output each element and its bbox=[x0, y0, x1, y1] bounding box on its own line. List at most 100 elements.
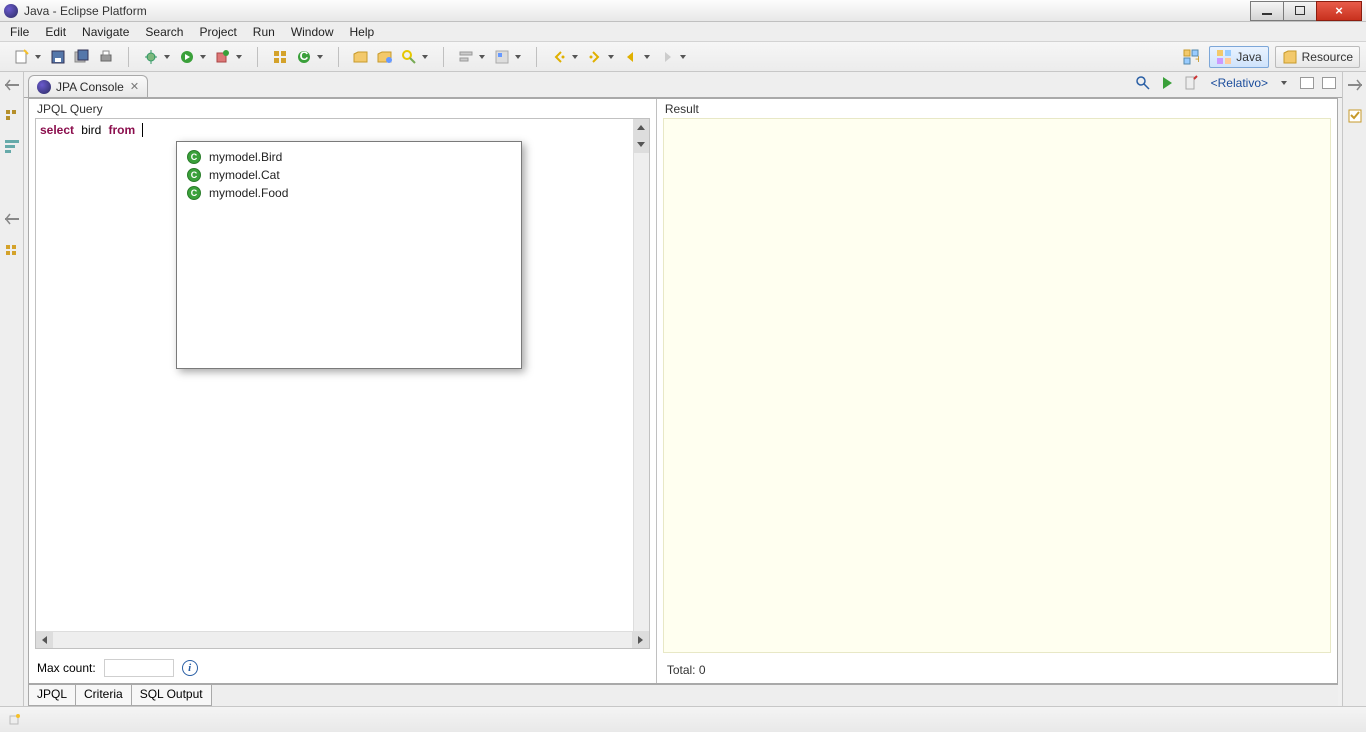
new-package-icon[interactable] bbox=[271, 48, 289, 66]
new-class-icon[interactable]: C bbox=[295, 48, 313, 66]
navigator-stub-icon[interactable] bbox=[4, 242, 20, 258]
restore-2-icon[interactable] bbox=[4, 212, 20, 228]
nav-back-annotation-icon[interactable] bbox=[550, 48, 568, 66]
vertical-scrollbar[interactable] bbox=[633, 119, 649, 631]
perspective-java[interactable]: Java bbox=[1209, 46, 1268, 68]
scroll-left-icon[interactable] bbox=[36, 632, 53, 648]
restore-icon[interactable] bbox=[4, 78, 20, 94]
tab-criteria[interactable]: Criteria bbox=[75, 685, 132, 706]
window-close-button[interactable]: × bbox=[1316, 1, 1362, 21]
editor-area: JPA Console ✕ <Relativo> JPQL Query sele… bbox=[24, 72, 1342, 706]
search-dropdown[interactable] bbox=[421, 52, 429, 62]
relativo-link[interactable]: <Relativo> bbox=[1207, 76, 1272, 90]
toggle-breadcrumb-icon[interactable] bbox=[457, 48, 475, 66]
menu-window[interactable]: Window bbox=[283, 23, 342, 41]
menu-navigate[interactable]: Navigate bbox=[74, 23, 137, 41]
task-list-stub-icon[interactable] bbox=[1347, 108, 1363, 124]
menu-project[interactable]: Project bbox=[191, 23, 244, 41]
menu-edit[interactable]: Edit bbox=[37, 23, 74, 41]
identifier-bird: bird bbox=[81, 123, 101, 137]
result-pane: Result Total: 0 bbox=[657, 99, 1337, 683]
max-count-row: Max count: i bbox=[29, 653, 656, 683]
hierarchy-stub-icon[interactable] bbox=[4, 138, 20, 154]
search-icon[interactable] bbox=[400, 48, 418, 66]
keyword-from: from bbox=[109, 123, 136, 137]
toggle-breadcrumb-dropdown[interactable] bbox=[478, 52, 486, 62]
jpa-console-tab-label: JPA Console bbox=[56, 80, 124, 94]
minimize-view-icon[interactable] bbox=[1300, 77, 1314, 89]
maximize-view-icon[interactable] bbox=[1322, 77, 1336, 89]
nav-fwd-icon[interactable] bbox=[658, 48, 676, 66]
nav-back-dropdown[interactable] bbox=[643, 52, 651, 62]
run-dropdown[interactable] bbox=[199, 52, 207, 62]
jpa-console-icon bbox=[37, 80, 51, 94]
save-all-icon[interactable] bbox=[73, 48, 91, 66]
tab-sql-output[interactable]: SQL Output bbox=[131, 685, 212, 706]
menu-file[interactable]: File bbox=[2, 23, 37, 41]
external-tools-icon[interactable] bbox=[214, 48, 232, 66]
content-assist-item[interactable]: mymodel.Bird bbox=[177, 148, 521, 166]
query-editor-wrap: select bird from mymodel.Bird mymodel.Ca… bbox=[35, 118, 650, 649]
result-area bbox=[663, 118, 1331, 653]
nav-back-annotation-dropdown[interactable] bbox=[571, 52, 579, 62]
tab-jpql[interactable]: JPQL bbox=[28, 685, 76, 706]
window-titlebar: Java - Eclipse Platform × bbox=[0, 0, 1366, 22]
query-pane: JPQL Query select bird from mymodel.Bird… bbox=[29, 99, 657, 683]
scroll-down-icon[interactable] bbox=[634, 136, 649, 153]
max-count-input[interactable] bbox=[104, 659, 174, 677]
content-assist-item[interactable]: mymodel.Cat bbox=[177, 166, 521, 184]
perspective-resource-label: Resource bbox=[1302, 50, 1353, 64]
menu-bar: File Edit Navigate Search Project Run Wi… bbox=[0, 22, 1366, 42]
debug-dropdown[interactable] bbox=[163, 52, 171, 62]
restore-right-icon[interactable] bbox=[1347, 78, 1363, 94]
svg-text:+: + bbox=[1195, 52, 1199, 65]
run-icon[interactable] bbox=[178, 48, 196, 66]
nav-back-icon[interactable] bbox=[622, 48, 640, 66]
scroll-up-icon[interactable] bbox=[634, 119, 649, 136]
new-class-dropdown[interactable] bbox=[316, 52, 324, 62]
toggle-mark-icon[interactable] bbox=[493, 48, 511, 66]
eclipse-icon bbox=[4, 4, 18, 18]
class-icon bbox=[187, 186, 201, 200]
window-controls: × bbox=[1251, 1, 1362, 21]
new-dropdown[interactable] bbox=[34, 52, 42, 62]
menu-search[interactable]: Search bbox=[137, 23, 191, 41]
menu-run[interactable]: Run bbox=[245, 23, 283, 41]
open-perspective-icon[interactable]: + bbox=[1182, 48, 1200, 66]
jpa-inner-tabs: JPQL Criteria SQL Output bbox=[28, 684, 1338, 706]
open-type-icon[interactable] bbox=[352, 48, 370, 66]
info-icon[interactable]: i bbox=[182, 660, 198, 676]
workbench: JPA Console ✕ <Relativo> JPQL Query sele… bbox=[0, 72, 1366, 706]
content-assist-label: mymodel.Cat bbox=[209, 168, 280, 182]
content-assist-label: mymodel.Food bbox=[209, 186, 288, 200]
nav-fwd-annotation-icon[interactable] bbox=[586, 48, 604, 66]
window-minimize-button[interactable] bbox=[1250, 1, 1284, 21]
nav-fwd-dropdown[interactable] bbox=[679, 52, 687, 62]
debug-icon[interactable] bbox=[142, 48, 160, 66]
window-title: Java - Eclipse Platform bbox=[24, 4, 1251, 18]
content-assist-item[interactable]: mymodel.Food bbox=[177, 184, 521, 202]
menu-help[interactable]: Help bbox=[342, 23, 383, 41]
window-maximize-button[interactable] bbox=[1283, 1, 1317, 21]
print-icon[interactable] bbox=[97, 48, 115, 66]
relativo-dropdown[interactable] bbox=[1280, 78, 1288, 88]
open-task-icon[interactable] bbox=[376, 48, 394, 66]
nav-fwd-annotation-dropdown[interactable] bbox=[607, 52, 615, 62]
clear-icon[interactable] bbox=[1183, 75, 1199, 91]
class-icon bbox=[187, 150, 201, 164]
toggle-mark-dropdown[interactable] bbox=[514, 52, 522, 62]
external-tools-dropdown[interactable] bbox=[235, 52, 243, 62]
close-tab-icon[interactable]: ✕ bbox=[130, 80, 139, 93]
jpa-console-tab[interactable]: JPA Console ✕ bbox=[28, 75, 148, 97]
attach-icon[interactable] bbox=[1135, 75, 1151, 91]
package-explorer-stub-icon[interactable] bbox=[4, 108, 20, 124]
run-query-icon[interactable] bbox=[1159, 75, 1175, 91]
status-decorator-icon[interactable] bbox=[6, 712, 22, 728]
horizontal-scrollbar[interactable] bbox=[36, 631, 649, 648]
main-toolbar: C + Java Resource bbox=[0, 42, 1366, 72]
scroll-right-icon[interactable] bbox=[632, 632, 649, 648]
perspective-resource[interactable]: Resource bbox=[1275, 46, 1360, 68]
left-trim-stack bbox=[0, 72, 24, 706]
save-icon[interactable] bbox=[49, 48, 67, 66]
new-icon[interactable] bbox=[13, 48, 31, 66]
